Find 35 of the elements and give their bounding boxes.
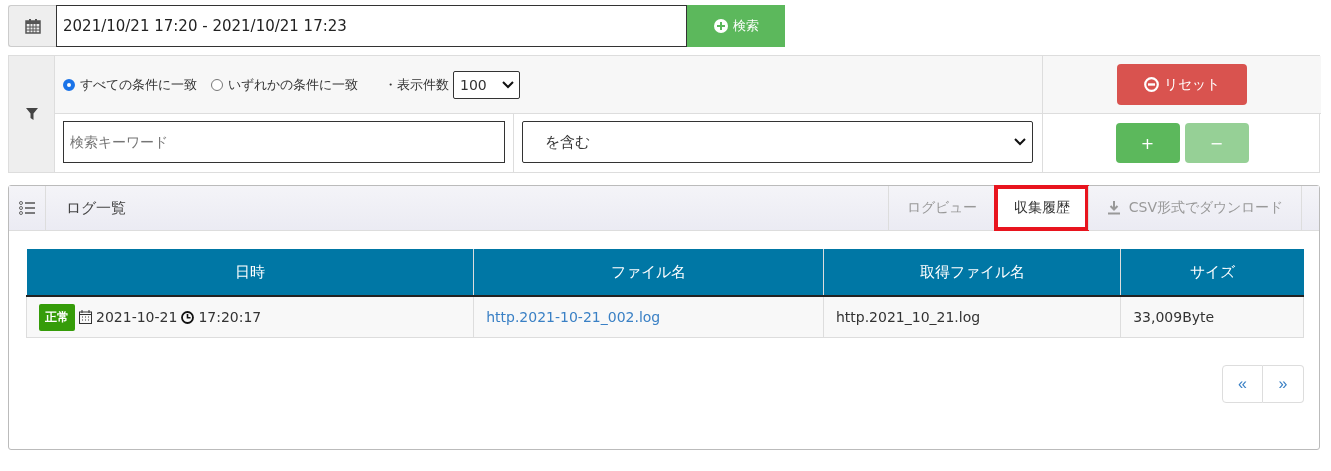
search-button[interactable]: 検索 xyxy=(687,5,785,47)
radio-option[interactable]: すべての条件に一致 xyxy=(63,75,197,94)
condition-select[interactable]: を含む xyxy=(522,121,1033,163)
calendar-icon xyxy=(24,18,41,34)
page-size-select[interactable]: 100 xyxy=(453,70,520,99)
chevron-down-icon xyxy=(502,80,514,89)
table-cell: http.2021_10_21.log xyxy=(823,296,1121,338)
status-badge: 正常 xyxy=(39,303,75,331)
date-text: 2021-10-21 xyxy=(96,309,178,325)
column-header: 日時 xyxy=(26,249,474,296)
table-cell: 33,009Byte xyxy=(1120,296,1304,338)
tab[interactable]: 収集履歴 xyxy=(994,186,1088,230)
column-header: 取得ファイル名 xyxy=(823,249,1121,296)
page-size-label: ・表示件数 xyxy=(384,75,449,94)
previous-page-button[interactable]: « xyxy=(1222,365,1263,403)
radio-option[interactable]: いずれかの条件に一致 xyxy=(211,75,358,94)
column-header: ファイル名 xyxy=(473,249,824,296)
plus-circle-icon xyxy=(713,19,728,33)
column-header: サイズ xyxy=(1120,249,1304,296)
download-icon xyxy=(1106,201,1121,215)
list-icon xyxy=(19,201,35,215)
filter-icon xyxy=(25,108,38,120)
minus-circle-icon xyxy=(1144,77,1159,92)
panel-title: ログ一覧 xyxy=(65,198,127,218)
download-tab[interactable]: CSV形式でダウンロード xyxy=(1087,186,1302,230)
next-page-button[interactable]: » xyxy=(1263,365,1304,403)
add-button[interactable]: + xyxy=(1115,123,1180,163)
chevron-down-icon xyxy=(1014,138,1026,146)
keyword-field[interactable]: 検索キーワード xyxy=(63,121,505,163)
time-text: 17:20:17 xyxy=(198,309,262,325)
clock-icon xyxy=(181,310,195,324)
reset-button[interactable]: リセット xyxy=(1117,64,1247,105)
calendar-icon xyxy=(79,310,92,324)
file-link[interactable]: http.2021-10-21_002.log xyxy=(486,309,661,325)
date-range-field[interactable]: 2021/10/21 17:20 - 2021/10/21 17:23 xyxy=(56,5,687,47)
